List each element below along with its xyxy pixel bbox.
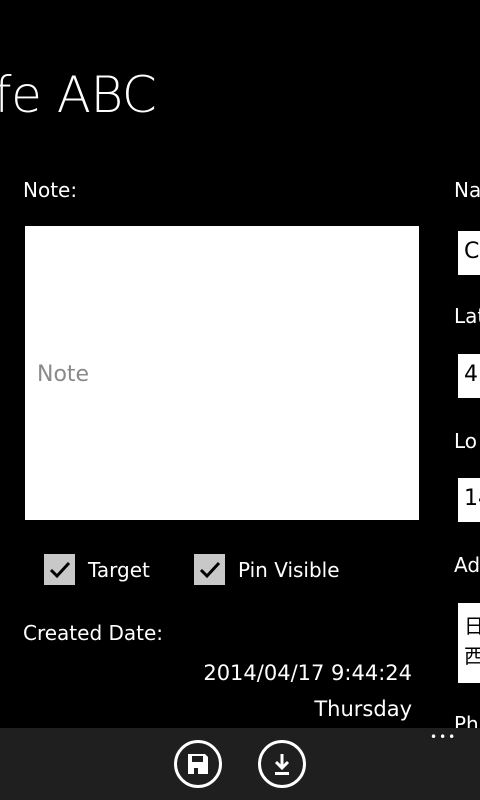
page-title: fe ABC [0, 66, 157, 124]
note-label: Note: [23, 178, 78, 202]
download-button[interactable] [258, 740, 306, 788]
latitude-input[interactable]: 4 [458, 354, 480, 398]
address-label: Ad [454, 553, 480, 577]
note-input[interactable]: Note [25, 226, 419, 520]
target-checkbox[interactable]: Target [44, 554, 150, 585]
checkmark-icon [194, 554, 225, 585]
checkmark-icon [44, 554, 75, 585]
created-weekday: Thursday [314, 697, 412, 721]
name-input[interactable]: C [458, 231, 480, 275]
target-label: Target [88, 557, 150, 582]
name-label: Na [454, 178, 480, 202]
pin-visible-checkbox[interactable]: Pin Visible [194, 554, 340, 585]
longitude-input[interactable]: 14 [458, 478, 480, 522]
longitude-label: Lo [454, 429, 478, 453]
note-placeholder: Note [37, 362, 90, 387]
save-icon [188, 754, 208, 774]
download-icon [274, 754, 290, 775]
address-input[interactable]: 日西 [458, 603, 480, 683]
latitude-label: Lat [454, 304, 480, 328]
created-date-label: Created Date: [23, 621, 164, 645]
more-menu-button[interactable]: ••• [430, 730, 457, 744]
save-button[interactable] [174, 740, 222, 788]
address-line: 西 [464, 644, 480, 668]
pin-visible-label: Pin Visible [238, 557, 340, 582]
app-bar [0, 728, 480, 800]
address-line: 日 [464, 614, 480, 638]
created-datetime: 2014/04/17 9:44:24 [203, 661, 412, 685]
